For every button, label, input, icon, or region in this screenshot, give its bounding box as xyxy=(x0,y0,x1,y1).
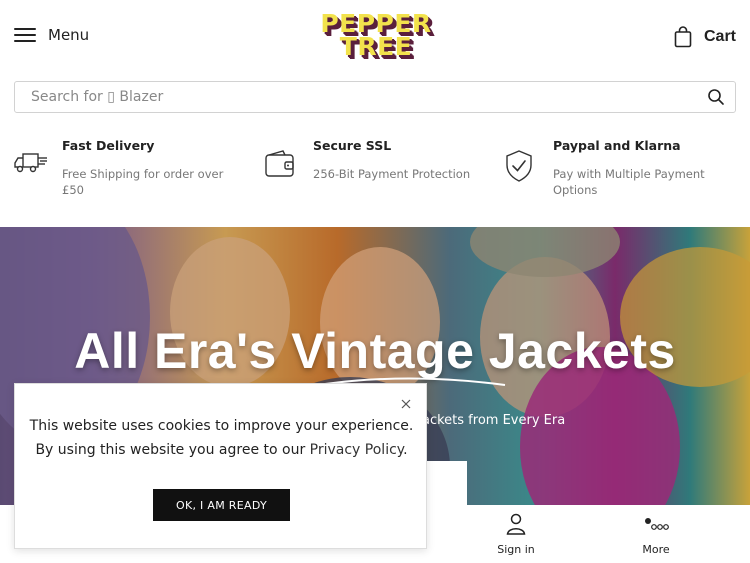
cookie-consent-popup: This website uses cookies to improve you… xyxy=(14,383,427,549)
cookie-message: This website uses cookies to improve you… xyxy=(15,414,428,462)
more-dots-icon xyxy=(645,518,669,530)
hamburger-icon xyxy=(14,27,36,43)
close-icon[interactable] xyxy=(398,396,414,412)
feature-desc: Free Shipping for order over £50 xyxy=(62,167,224,197)
logo[interactable]: PEPPER TREE xyxy=(306,11,446,66)
user-icon xyxy=(506,513,526,535)
cart-label: Cart xyxy=(703,28,736,45)
logo-line-2: TREE xyxy=(339,32,413,61)
nav-label: More xyxy=(642,543,670,556)
search-bar xyxy=(14,81,736,113)
feature-title: Fast Delivery xyxy=(62,138,155,153)
feature-desc: Pay with Multiple Payment Options xyxy=(553,167,705,197)
search-icon[interactable] xyxy=(707,88,725,106)
truck-icon xyxy=(14,153,47,173)
cookie-line-2-text: By using this website you agree to our xyxy=(35,442,310,458)
accept-cookies-button[interactable]: OK, I AM READY xyxy=(153,489,290,521)
nav-more[interactable]: More xyxy=(616,513,696,556)
feature-desc: 256-Bit Payment Protection xyxy=(313,167,471,181)
hero-title: All Era's Vintage Jackets xyxy=(74,323,676,379)
search-input[interactable] xyxy=(15,82,675,112)
feature-title: Secure SSL xyxy=(313,138,392,153)
nav-label: Sign in xyxy=(497,543,535,556)
site-header: Menu PEPPER TREE Cart xyxy=(0,0,750,76)
shopping-bag-icon xyxy=(674,26,692,48)
cart-button[interactable]: Cart xyxy=(674,26,736,48)
hero-subtitle: ackets from Every Era xyxy=(422,413,566,428)
cookie-line-1: This website uses cookies to improve you… xyxy=(29,418,414,434)
nav-sign-in[interactable]: Sign in xyxy=(476,513,556,556)
wallet-icon xyxy=(265,150,294,177)
cookie-line-2: By using this website you agree to our P… xyxy=(15,438,428,462)
feature-title: Paypal and Klarna xyxy=(553,138,681,153)
menu-label: Menu xyxy=(48,26,90,44)
hero-cta-button[interactable] xyxy=(426,461,467,505)
privacy-policy-link[interactable]: Privacy Policy xyxy=(310,442,403,458)
menu-button[interactable]: Menu xyxy=(14,26,89,44)
shield-check-icon xyxy=(506,150,532,182)
features-strip: Fast Delivery Free Shipping for order ov… xyxy=(0,128,750,218)
cookie-line-2-end: . xyxy=(403,442,408,458)
